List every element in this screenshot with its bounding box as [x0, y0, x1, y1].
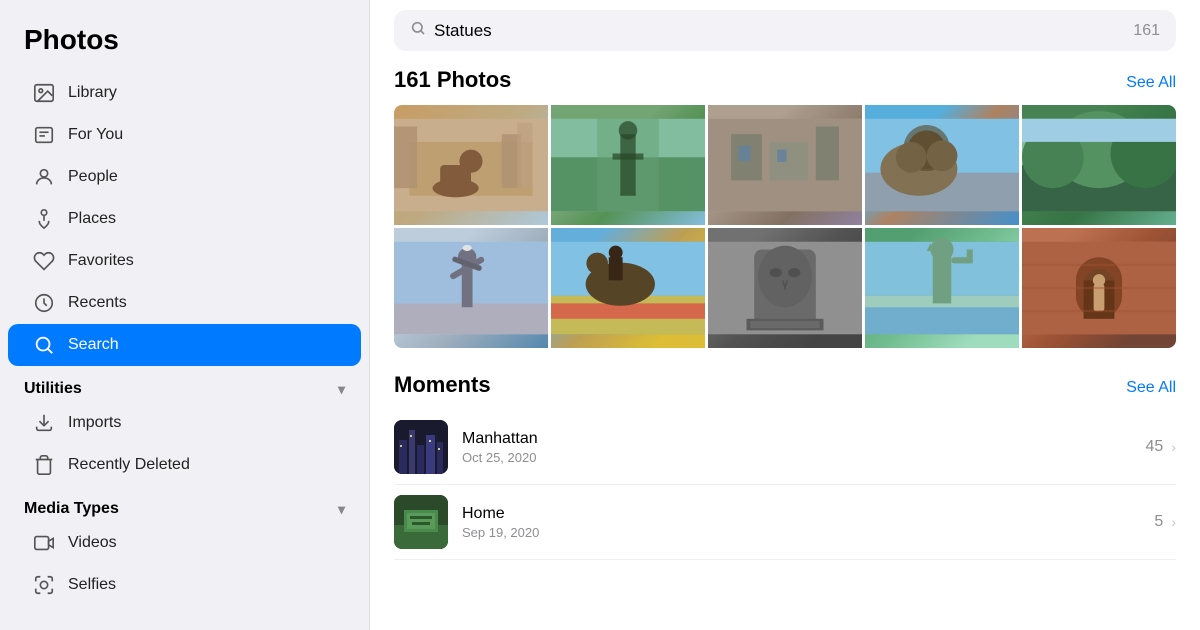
photo-cell-8[interactable] — [708, 228, 862, 348]
moment-name-home: Home — [462, 505, 1140, 523]
moment-item-manhattan[interactable]: Manhattan Oct 25, 2020 45 › — [394, 410, 1176, 485]
sidebar-item-for-you[interactable]: For You — [8, 114, 361, 156]
moments-section-header: Moments See All — [394, 372, 1176, 398]
photo-cell-6[interactable] — [394, 228, 548, 348]
photo-cell-3[interactable] — [708, 105, 862, 225]
media-types-chevron-icon: ▾ — [338, 501, 345, 518]
top-bar: Statues 161 — [370, 0, 1200, 51]
library-icon — [32, 81, 56, 105]
people-icon — [32, 165, 56, 189]
moments-section: Moments See All — [394, 372, 1176, 560]
moments-section-title: Moments — [394, 372, 491, 398]
moment-chevron-manhattan-icon: › — [1171, 439, 1176, 455]
for-you-icon — [32, 123, 56, 147]
sidebar-item-recents[interactable]: Recents — [8, 282, 361, 324]
photo-cell-2[interactable] — [551, 105, 705, 225]
videos-icon — [32, 531, 56, 555]
selfies-icon — [32, 573, 56, 597]
sidebar-item-places-label: Places — [68, 210, 116, 228]
imports-icon — [32, 411, 56, 435]
sidebar-item-imports[interactable]: Imports — [8, 402, 361, 444]
sidebar-item-favorites-label: Favorites — [68, 252, 134, 270]
sidebar-item-for-you-label: For You — [68, 126, 123, 144]
content-area: 161 Photos See All — [370, 51, 1200, 630]
sidebar-item-people-label: People — [68, 168, 118, 186]
moment-right-home: 5 › — [1154, 513, 1176, 531]
moment-chevron-home-icon: › — [1171, 514, 1176, 530]
photo-cell-7[interactable] — [551, 228, 705, 348]
moment-date-home: Sep 19, 2020 — [462, 525, 1140, 540]
photo-cell-1[interactable] — [394, 105, 548, 225]
photo-cell-9[interactable] — [865, 228, 1019, 348]
sidebar-item-places[interactable]: Places — [8, 198, 361, 240]
sidebar-item-search[interactable]: Search — [8, 324, 361, 366]
search-nav-icon — [32, 333, 56, 357]
main-content: Statues 161 161 Photos See All — [370, 0, 1200, 630]
utilities-section-header[interactable]: Utilities ▾ — [0, 366, 369, 402]
moment-right-manhattan: 45 › — [1146, 438, 1176, 456]
sidebar-item-videos[interactable]: Videos — [8, 522, 361, 564]
sidebar: Photos Library For You — [0, 0, 370, 630]
moment-count-home: 5 — [1154, 513, 1163, 531]
utilities-label: Utilities — [24, 380, 82, 398]
search-query[interactable]: Statues — [434, 21, 1125, 41]
sidebar-item-selfies-label: Selfies — [68, 576, 116, 594]
media-types-section-header[interactable]: Media Types ▾ — [0, 486, 369, 522]
moment-count-manhattan: 45 — [1146, 438, 1164, 456]
moment-info-home: Home Sep 19, 2020 — [462, 505, 1140, 540]
sidebar-item-library[interactable]: Library — [8, 72, 361, 114]
favorites-icon — [32, 249, 56, 273]
moment-name-manhattan: Manhattan — [462, 430, 1132, 448]
moment-item-home[interactable]: Home Sep 19, 2020 5 › — [394, 485, 1176, 560]
sidebar-item-recently-deleted[interactable]: Recently Deleted — [8, 444, 361, 486]
media-types-label: Media Types — [24, 500, 119, 518]
app-title: Photos — [0, 24, 369, 72]
moment-thumb-manhattan — [394, 420, 448, 474]
sidebar-item-imports-label: Imports — [68, 414, 121, 432]
sidebar-item-recently-deleted-label: Recently Deleted — [68, 456, 190, 474]
moment-date-manhattan: Oct 25, 2020 — [462, 450, 1132, 465]
moment-info-manhattan: Manhattan Oct 25, 2020 — [462, 430, 1132, 465]
sidebar-item-selfies[interactable]: Selfies — [8, 564, 361, 606]
sidebar-item-videos-label: Videos — [68, 534, 117, 552]
photo-cell-4[interactable] — [865, 105, 1019, 225]
recently-deleted-icon — [32, 453, 56, 477]
sidebar-item-people[interactable]: People — [8, 156, 361, 198]
places-icon — [32, 207, 56, 231]
sidebar-item-recents-label: Recents — [68, 294, 127, 312]
recents-icon — [32, 291, 56, 315]
photos-see-all-button[interactable]: See All — [1126, 74, 1176, 92]
search-result-count: 161 — [1133, 22, 1160, 40]
sidebar-item-library-label: Library — [68, 84, 117, 102]
photos-section-header: 161 Photos See All — [394, 67, 1176, 93]
search-bar-icon — [410, 20, 426, 41]
photo-cell-5[interactable] — [1022, 105, 1176, 225]
utilities-chevron-icon: ▾ — [338, 381, 345, 398]
photo-grid — [394, 105, 1176, 348]
sidebar-item-favorites[interactable]: Favorites — [8, 240, 361, 282]
photos-section-title: 161 Photos — [394, 67, 511, 93]
moment-thumb-home — [394, 495, 448, 549]
search-bar[interactable]: Statues 161 — [394, 10, 1176, 51]
sidebar-item-search-label: Search — [68, 336, 119, 354]
photo-cell-10[interactable] — [1022, 228, 1176, 348]
moments-see-all-button[interactable]: See All — [1126, 379, 1176, 397]
